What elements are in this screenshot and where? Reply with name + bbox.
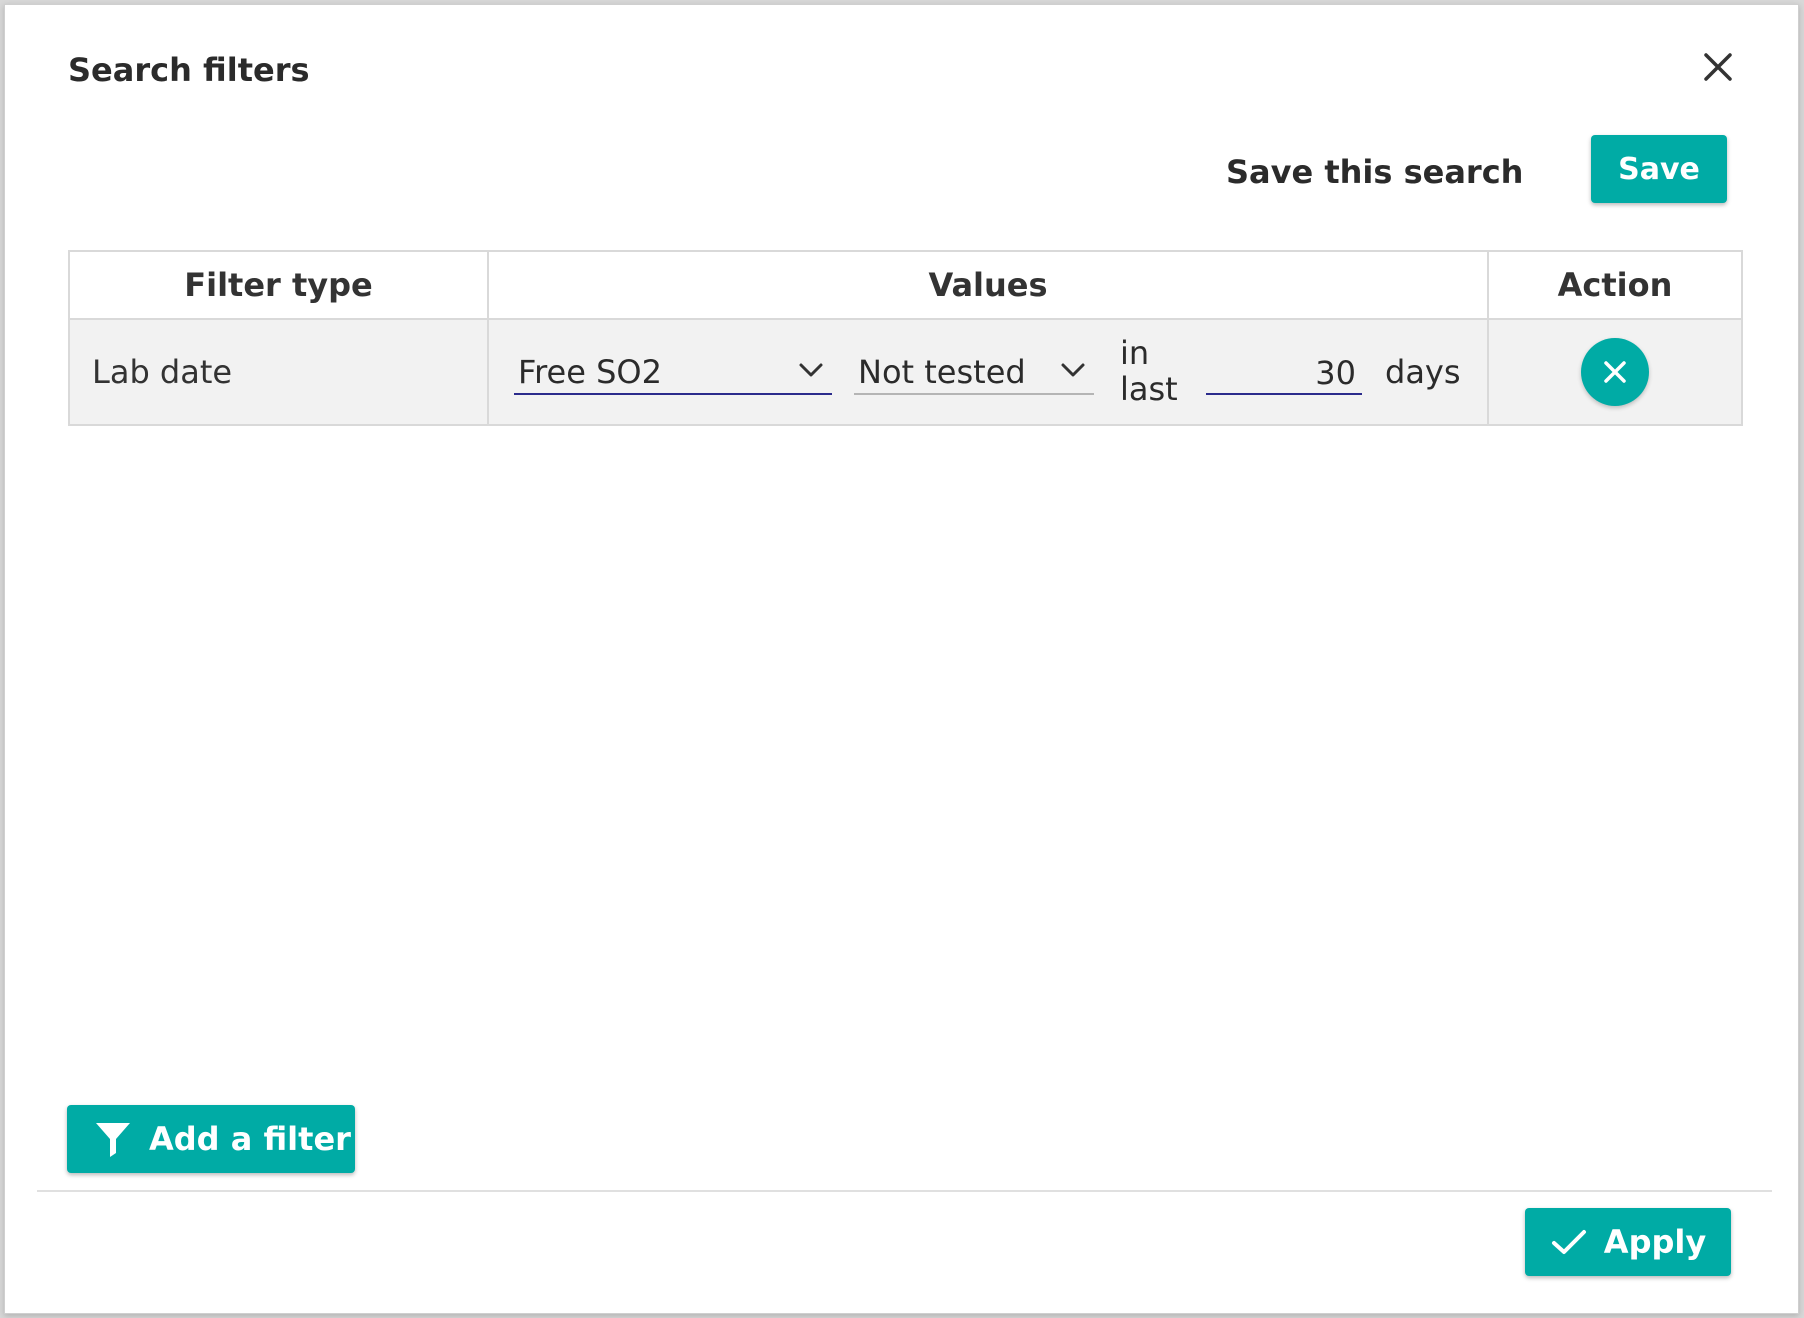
status-select-value: Not tested bbox=[858, 353, 1026, 391]
chevron-down-icon bbox=[1061, 363, 1085, 377]
status-select[interactable]: Not tested bbox=[854, 353, 1094, 395]
apply-button[interactable]: Apply bbox=[1525, 1208, 1731, 1276]
add-filter-button[interactable]: Add a filter bbox=[67, 1105, 355, 1173]
close-icon bbox=[1604, 361, 1626, 383]
header-filter-type: Filter type bbox=[68, 250, 489, 320]
apply-label: Apply bbox=[1603, 1223, 1707, 1261]
analysis-select-value: Free SO2 bbox=[518, 353, 662, 391]
header-action: Action bbox=[1487, 250, 1743, 320]
days-label: days bbox=[1385, 353, 1461, 391]
add-filter-label: Add a filter bbox=[149, 1120, 351, 1158]
save-button[interactable]: Save bbox=[1591, 135, 1727, 203]
close-button[interactable] bbox=[1696, 45, 1740, 89]
days-input[interactable] bbox=[1206, 353, 1362, 395]
table-header-row: Filter type Values Action bbox=[68, 250, 1743, 320]
check-icon bbox=[1550, 1227, 1588, 1257]
header-values: Values bbox=[487, 250, 1489, 320]
table-row: Lab date Free SO2 Not tested in last 30 … bbox=[68, 318, 1743, 426]
analysis-select[interactable]: Free SO2 bbox=[514, 353, 832, 395]
action-cell bbox=[1487, 318, 1743, 426]
search-filters-dialog: Search filters Save this search Save Fil… bbox=[4, 4, 1799, 1314]
dialog-title: Search filters bbox=[68, 51, 310, 89]
remove-filter-button[interactable] bbox=[1581, 338, 1649, 406]
last-text: last bbox=[1120, 370, 1178, 408]
in-text: in bbox=[1120, 334, 1150, 372]
filter-table: Filter type Values Action Lab date Free … bbox=[68, 250, 1743, 426]
in-last-label: in last bbox=[1120, 335, 1178, 407]
chevron-down-icon bbox=[799, 363, 823, 377]
values-cell: Free SO2 Not tested in last 30 days bbox=[487, 318, 1489, 426]
filter-icon bbox=[93, 1119, 133, 1159]
save-search-label: Save this search bbox=[1226, 153, 1524, 191]
close-icon bbox=[1704, 53, 1732, 81]
footer-divider bbox=[37, 1190, 1772, 1192]
filter-type-cell: Lab date bbox=[68, 318, 489, 426]
